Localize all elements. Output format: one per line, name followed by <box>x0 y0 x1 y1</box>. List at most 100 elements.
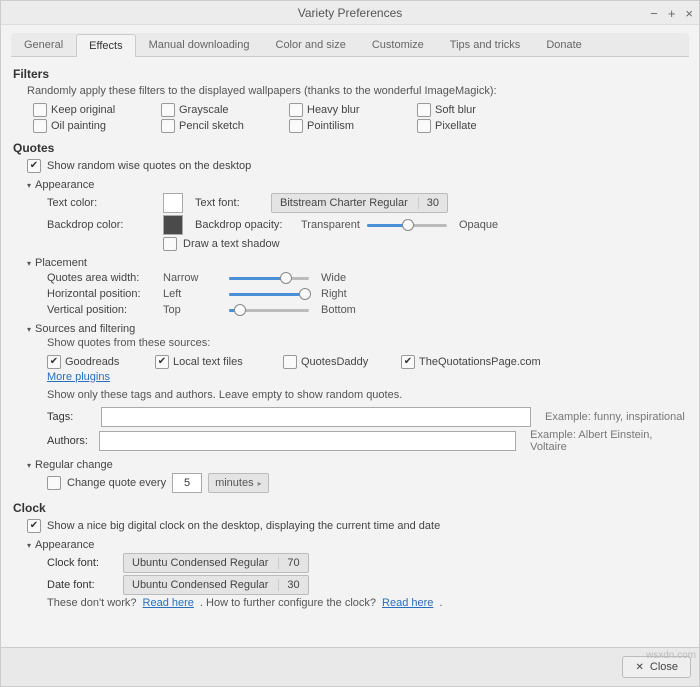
slider-opacity[interactable] <box>367 218 447 232</box>
lbl-backdrop-opacity: Backdrop opacity: <box>195 219 295 231</box>
caret-icon: ▸ <box>258 479 262 488</box>
help-period: . <box>439 597 442 609</box>
help-text-2: . How to further configure the clock? <box>200 597 376 609</box>
text-color-swatch[interactable] <box>163 193 183 213</box>
lbl-change-every: Change quote every <box>67 477 166 489</box>
close-x-icon: ✕ <box>635 662 643 673</box>
date-font-size: 30 <box>278 579 299 591</box>
expander-appearance[interactable]: ▾Appearance <box>27 179 687 191</box>
content-area: General Effects Manual downloading Color… <box>1 25 699 647</box>
lbl-narrow: Narrow <box>163 272 223 284</box>
lbl-pencil-sketch: Pencil sketch <box>179 120 244 132</box>
lbl-right: Right <box>321 288 347 300</box>
text-font-button[interactable]: Bitstream Charter Regular30 <box>271 193 448 213</box>
watermark: wsxdn.com <box>646 650 696 661</box>
lbl-keep-original: Keep original <box>51 104 115 116</box>
lbl-transparent: Transparent <box>301 219 361 231</box>
close-icon[interactable]: × <box>685 6 693 21</box>
chk-change-every[interactable] <box>47 476 61 490</box>
font-size: 30 <box>418 197 439 209</box>
appearance-title: Appearance <box>35 179 94 191</box>
tab-manual-downloading[interactable]: Manual downloading <box>136 33 263 56</box>
lbl-grayscale: Grayscale <box>179 104 229 116</box>
close-label: Close <box>650 661 678 673</box>
tab-color-size[interactable]: Color and size <box>263 33 359 56</box>
window-buttons: − + × <box>650 1 693 25</box>
lbl-backdrop-color: Backdrop color: <box>47 219 157 231</box>
clock-font-button[interactable]: Ubuntu Condensed Regular 70 <box>123 553 309 573</box>
lbl-heavy-blur: Heavy blur <box>307 104 360 116</box>
chevron-down-icon: ▾ <box>27 461 31 470</box>
tab-tips[interactable]: Tips and tricks <box>437 33 534 56</box>
ex-tags: Example: funny, inspirational <box>545 411 685 423</box>
date-font-name: Ubuntu Condensed Regular <box>132 579 268 591</box>
effects-panel: Filters Randomly apply these filters to … <box>11 57 689 613</box>
lbl-authors: Authors: <box>47 435 93 447</box>
lbl-quotesdaddy: QuotesDaddy <box>301 356 368 368</box>
preferences-window: Variety Preferences − + × General Effect… <box>0 0 700 687</box>
clock-title: Clock <box>13 501 687 515</box>
slider-vert[interactable] <box>229 303 309 317</box>
chk-heavy-blur[interactable] <box>289 103 303 117</box>
link-read-here-1[interactable]: Read here <box>143 597 194 609</box>
lbl-horiz: Horizontal position: <box>47 288 157 300</box>
filters-desc: Randomly apply these filters to the disp… <box>27 85 687 97</box>
footer: ✕ Close <box>1 647 699 686</box>
chevron-down-icon: ▾ <box>27 541 31 550</box>
input-change-value[interactable] <box>172 473 202 493</box>
lbl-area-width: Quotes area width: <box>47 272 157 284</box>
tab-general[interactable]: General <box>11 33 76 56</box>
chk-grayscale[interactable] <box>161 103 175 117</box>
select-change-unit[interactable]: minutes▸ <box>208 473 269 493</box>
input-authors[interactable] <box>99 431 516 451</box>
chk-soft-blur[interactable] <box>417 103 431 117</box>
lbl-top: Top <box>163 304 223 316</box>
link-more-plugins[interactable]: More plugins <box>47 371 110 383</box>
link-read-here-2[interactable]: Read here <box>382 597 433 609</box>
regular-title: Regular change <box>35 459 113 471</box>
chk-draw-shadow[interactable] <box>163 237 177 251</box>
lbl-vert: Vertical position: <box>47 304 157 316</box>
lbl-tags: Tags: <box>47 411 95 423</box>
chk-show-clock[interactable] <box>27 519 41 533</box>
chk-tqp[interactable] <box>401 355 415 369</box>
chk-local-files[interactable] <box>155 355 169 369</box>
chevron-down-icon: ▾ <box>27 325 31 334</box>
expander-placement[interactable]: ▾Placement <box>27 257 687 269</box>
chk-pixellate[interactable] <box>417 119 431 133</box>
expander-clock-appearance[interactable]: ▾Appearance <box>27 539 687 551</box>
sources-title: Sources and filtering <box>35 323 135 335</box>
clock-font-name: Ubuntu Condensed Regular <box>132 557 268 569</box>
slider-horiz[interactable] <box>229 287 309 301</box>
date-font-button[interactable]: Ubuntu Condensed Regular 30 <box>123 575 309 595</box>
backdrop-color-swatch[interactable] <box>163 215 183 235</box>
chk-goodreads[interactable] <box>47 355 61 369</box>
lbl-text-color: Text color: <box>47 197 157 209</box>
lbl-oil-painting: Oil painting <box>51 120 106 132</box>
chevron-down-icon: ▾ <box>27 259 31 268</box>
chk-quotesdaddy[interactable] <box>283 355 297 369</box>
window-title: Variety Preferences <box>298 6 403 20</box>
filters-title: Filters <box>13 67 687 81</box>
lbl-bottom: Bottom <box>321 304 356 316</box>
minimize-icon[interactable]: − <box>650 6 658 21</box>
slider-area-width[interactable] <box>229 271 309 285</box>
chk-oil-painting[interactable] <box>33 119 47 133</box>
maximize-icon[interactable]: + <box>668 6 676 21</box>
ex-authors: Example: Albert Einstein, Voltaire <box>530 429 687 453</box>
tab-customize[interactable]: Customize <box>359 33 437 56</box>
input-tags[interactable] <box>101 407 531 427</box>
expander-regular[interactable]: ▾ Regular change <box>27 459 687 471</box>
chk-pencil-sketch[interactable] <box>161 119 175 133</box>
chk-keep-original[interactable] <box>33 103 47 117</box>
lbl-show-quotes: Show random wise quotes on the desktop <box>47 160 251 172</box>
chk-show-quotes[interactable] <box>27 159 41 173</box>
lbl-goodreads: Goodreads <box>65 356 119 368</box>
clock-font-size: 70 <box>278 557 299 569</box>
tab-donate[interactable]: Donate <box>533 33 594 56</box>
lbl-date-font: Date font: <box>47 579 117 591</box>
tab-effects[interactable]: Effects <box>76 34 135 57</box>
expander-sources[interactable]: ▾ Sources and filtering <box>27 323 687 335</box>
chk-pointilism[interactable] <box>289 119 303 133</box>
lbl-show-from: Show quotes from these sources: <box>47 337 687 349</box>
